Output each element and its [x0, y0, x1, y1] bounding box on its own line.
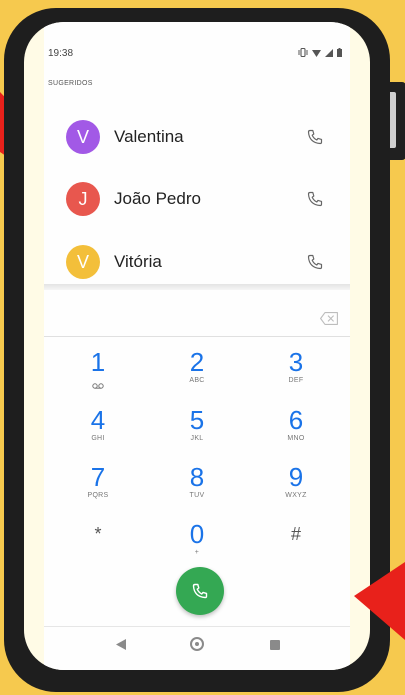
key-digit: 0 — [189, 519, 205, 549]
key-5[interactable]: 5 JKL — [162, 406, 232, 458]
key-digit: 2 — [189, 347, 205, 377]
wifi-icon — [312, 49, 321, 57]
key-9[interactable]: 9 WXYZ — [261, 463, 331, 515]
key-star[interactable]: * — [63, 520, 133, 572]
key-letters: ABC — [189, 377, 205, 384]
key-letters: TUV — [189, 492, 205, 499]
key-digit: 4 — [90, 405, 106, 435]
key-letters: + — [194, 549, 200, 556]
dial-button[interactable] — [176, 567, 224, 615]
contact-row-valentina[interactable]: V Valentina — [44, 115, 350, 159]
key-hash[interactable]: # — [261, 520, 331, 572]
contact-avatar: J — [66, 182, 100, 216]
key-8[interactable]: 8 TUV — [162, 463, 232, 515]
contact-row-vitoria[interactable]: V Vitória — [44, 240, 350, 284]
stage: 19:38 SUGERIDOS V Valentina J João Pedro… — [0, 0, 405, 695]
contact-row-joao-pedro[interactable]: J João Pedro — [44, 177, 350, 221]
navigation-bar — [44, 626, 350, 661]
key-digit: # — [290, 524, 301, 544]
contact-name: Valentina — [114, 127, 184, 146]
signal-icon — [325, 48, 333, 57]
contact-name: Vitória — [114, 252, 162, 271]
key-4[interactable]: 4 GHI — [63, 406, 133, 458]
key-digit: 3 — [288, 347, 304, 377]
vibrate-icon — [298, 48, 308, 57]
key-letters: WXYZ — [285, 492, 307, 499]
display-divider — [44, 336, 350, 337]
list-divider — [44, 284, 350, 290]
key-digit: 7 — [90, 462, 106, 492]
key-digit: 9 — [288, 462, 304, 492]
status-bar: 19:38 — [44, 46, 350, 62]
recent-apps-icon[interactable] — [270, 640, 280, 650]
key-letters: DEF — [288, 377, 304, 384]
key-digit: 1 — [90, 347, 106, 377]
status-icons — [298, 48, 342, 57]
key-6[interactable]: 6 MNO — [261, 406, 331, 458]
red-arrow-right-icon — [354, 562, 405, 640]
phone-screen: 19:38 SUGERIDOS V Valentina J João Pedro… — [24, 22, 370, 670]
dialer-app: 19:38 SUGERIDOS V Valentina J João Pedro… — [44, 22, 350, 670]
phone-call-icon[interactable] — [306, 253, 324, 271]
suggested-header: SUGERIDOS — [48, 80, 93, 87]
phone-call-icon[interactable] — [306, 190, 324, 208]
key-digit: 6 — [288, 405, 304, 435]
phone-call-icon[interactable] — [306, 128, 324, 146]
contact-avatar: V — [66, 120, 100, 154]
key-digit: 8 — [189, 462, 205, 492]
battery-icon — [337, 48, 342, 57]
backspace-icon[interactable] — [320, 312, 338, 325]
key-3[interactable]: 3 DEF — [261, 348, 331, 400]
contact-name: João Pedro — [114, 189, 201, 208]
key-digit: 5 — [189, 405, 205, 435]
key-2[interactable]: 2 ABC — [162, 348, 232, 400]
contact-avatar: V — [66, 245, 100, 279]
key-7[interactable]: 7 PQRS — [63, 463, 133, 515]
phone-frame: 19:38 SUGERIDOS V Valentina J João Pedro… — [4, 8, 390, 692]
phone-call-icon — [192, 583, 208, 599]
key-0[interactable]: 0 + — [162, 520, 232, 572]
back-icon[interactable] — [116, 639, 126, 650]
key-1[interactable]: 1 — [63, 348, 133, 400]
key-letters: MNO — [287, 435, 305, 442]
key-letters: JKL — [190, 435, 204, 442]
voicemail-icon — [92, 383, 104, 389]
key-letters: PQRS — [87, 492, 109, 499]
key-letters: GHI — [91, 435, 105, 442]
home-icon[interactable] — [190, 637, 204, 651]
key-digit: * — [94, 524, 102, 544]
status-time: 19:38 — [48, 48, 74, 59]
